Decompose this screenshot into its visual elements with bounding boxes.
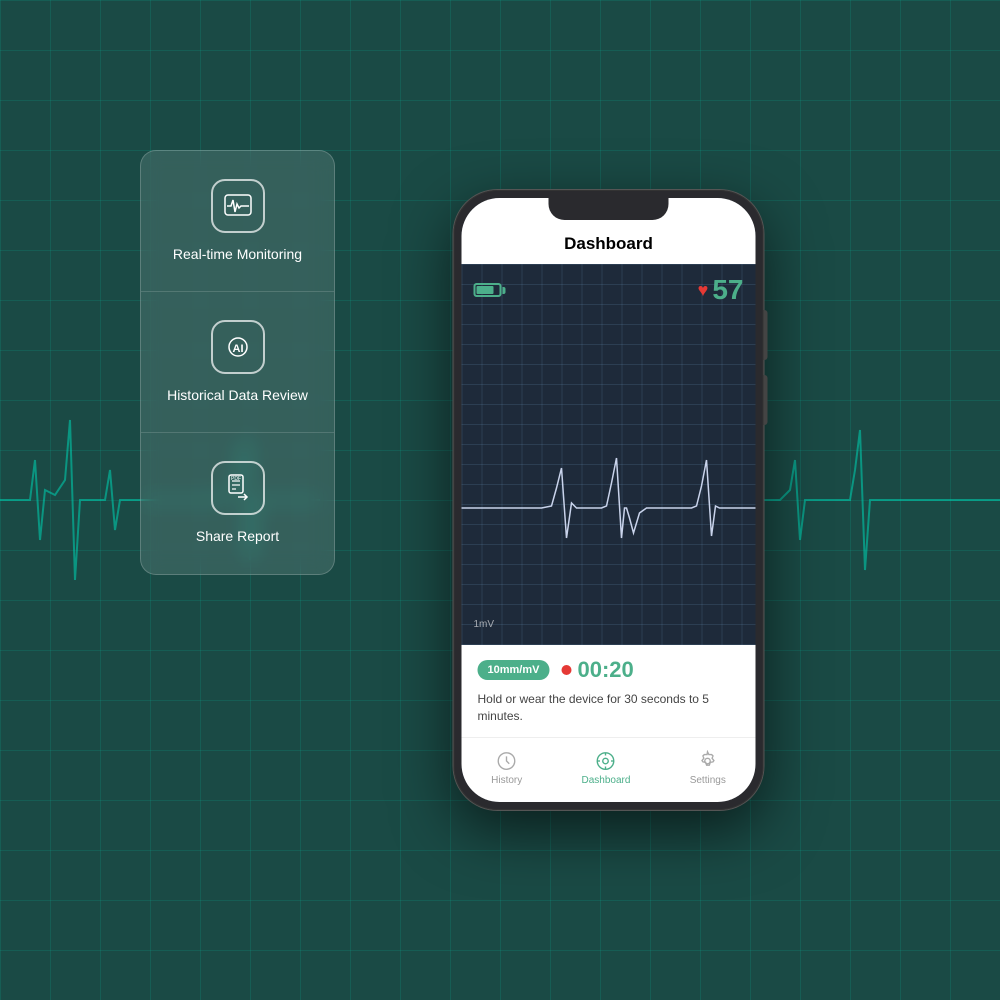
phone-button-right-2 — [764, 375, 768, 425]
feature-historical-label: Historical Data Review — [167, 386, 308, 404]
ecg-display-area: ♥ 57 1mV — [462, 264, 756, 645]
feature-panel: Real-time Monitoring AI Historical Data … — [140, 150, 335, 575]
ecg-background-right — [740, 400, 1000, 600]
nav-item-history[interactable]: History — [475, 746, 538, 790]
app-title: Dashboard — [564, 234, 653, 253]
heart-icon: ♥ — [698, 280, 709, 301]
svg-text:PDF: PDF — [231, 476, 241, 482]
history-icon — [496, 750, 518, 772]
nav-label-history: History — [491, 775, 522, 786]
phone-body: Dashboard ♥ 57 — [454, 190, 764, 810]
battery-body — [474, 283, 502, 297]
recording-dot — [561, 665, 571, 675]
recording-timer: 00:20 — [577, 657, 633, 683]
ecg-instruction: Hold or wear the device for 30 seconds t… — [478, 691, 740, 725]
ecg-mv-label: 1mV — [474, 619, 495, 630]
dashboard-icon — [595, 750, 617, 772]
mm-badge: 10mm/mV — [478, 660, 550, 680]
nav-item-dashboard[interactable]: Dashboard — [566, 746, 647, 790]
svg-text:AI: AI — [232, 343, 243, 355]
phone-button-right-1 — [764, 310, 768, 360]
battery-indicator — [474, 283, 506, 297]
ecg-controls: 10mm/mV 00:20 — [478, 657, 740, 683]
ai-brain-icon: AI — [211, 320, 265, 374]
pdf-share-icon: PDF — [211, 461, 265, 515]
bottom-navigation: History Dashboard — [462, 737, 756, 802]
phone-screen: Dashboard ♥ 57 — [462, 198, 756, 802]
ecg-top-bar: ♥ 57 — [474, 274, 744, 306]
ecg-bottom-bar: 10mm/mV 00:20 Hold or wear the device fo… — [462, 645, 756, 737]
notch-area — [462, 198, 756, 228]
ecg-waveform — [462, 418, 756, 603]
heart-rate-value: 57 — [712, 274, 743, 306]
recording-indicator: 00:20 — [561, 657, 633, 683]
nav-label-dashboard: Dashboard — [582, 775, 631, 786]
feature-historical-review[interactable]: AI Historical Data Review — [141, 292, 334, 433]
battery-fill — [477, 286, 494, 294]
heart-rate-display: ♥ 57 — [698, 274, 744, 306]
battery-tip — [503, 287, 506, 294]
app-header: Dashboard — [462, 228, 756, 264]
feature-realtime-label: Real-time Monitoring — [173, 245, 302, 263]
feature-realtime-monitoring[interactable]: Real-time Monitoring — [141, 151, 334, 292]
notch — [549, 198, 669, 220]
nav-item-settings[interactable]: Settings — [674, 746, 742, 790]
feature-share-report[interactable]: PDF Share Report — [141, 433, 334, 573]
heartbeat-monitor-icon — [211, 179, 265, 233]
phone-mockup: Dashboard ♥ 57 — [454, 190, 764, 810]
nav-label-settings: Settings — [690, 775, 726, 786]
settings-icon — [697, 750, 719, 772]
feature-share-label: Share Report — [196, 527, 279, 545]
